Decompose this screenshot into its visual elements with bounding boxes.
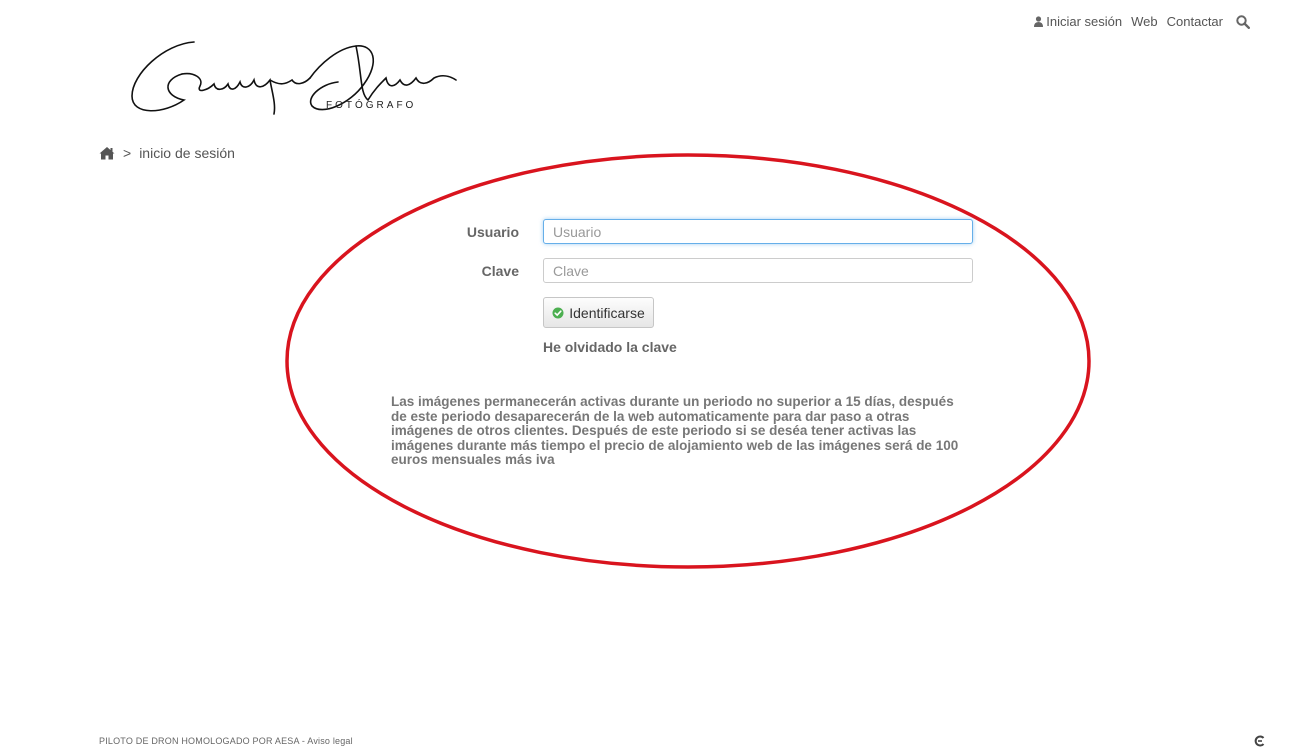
footer-text: PILOTO DE DRON HOMOLOGADO POR AESA - — [99, 736, 308, 746]
home-icon[interactable] — [99, 146, 115, 160]
annotation-ellipse — [285, 153, 1091, 569]
check-circle-icon — [552, 307, 564, 318]
login-button-label: Identificarse — [569, 304, 645, 321]
login-label: Iniciar sesión — [1046, 14, 1123, 29]
breadcrumb-separator: > — [123, 145, 132, 161]
login-button[interactable]: Identificarse — [543, 297, 654, 328]
user-icon — [1034, 16, 1044, 27]
legal-notice-link[interactable]: Aviso legal — [307, 736, 353, 746]
breadcrumb-current: inicio de sesión — [139, 145, 235, 161]
forgot-password-link[interactable]: He olvidado la clave — [543, 339, 677, 355]
site-credit-icon[interactable] — [1254, 735, 1266, 747]
password-input[interactable] — [543, 258, 973, 283]
search-icon[interactable] — [1236, 14, 1250, 29]
user-label: Usuario — [466, 224, 519, 240]
web-link[interactable]: Web — [1131, 14, 1158, 29]
footer: PILOTO DE DRON HOMOLOGADO POR AESA - Avi… — [99, 736, 353, 746]
logo[interactable]: FOTÓGRAFO — [124, 34, 464, 124]
top-nav: Iniciar sesión Web Contactar — [1034, 14, 1250, 29]
password-label: Clave — [481, 263, 519, 279]
user-input[interactable] — [543, 219, 973, 244]
breadcrumb: > inicio de sesión — [99, 145, 235, 161]
contact-link[interactable]: Contactar — [1167, 14, 1223, 29]
logo-subtitle: FOTÓGRAFO — [326, 98, 416, 111]
login-link[interactable]: Iniciar sesión — [1034, 14, 1122, 29]
retention-notice: Las imágenes permanecerán activas durant… — [391, 394, 959, 467]
